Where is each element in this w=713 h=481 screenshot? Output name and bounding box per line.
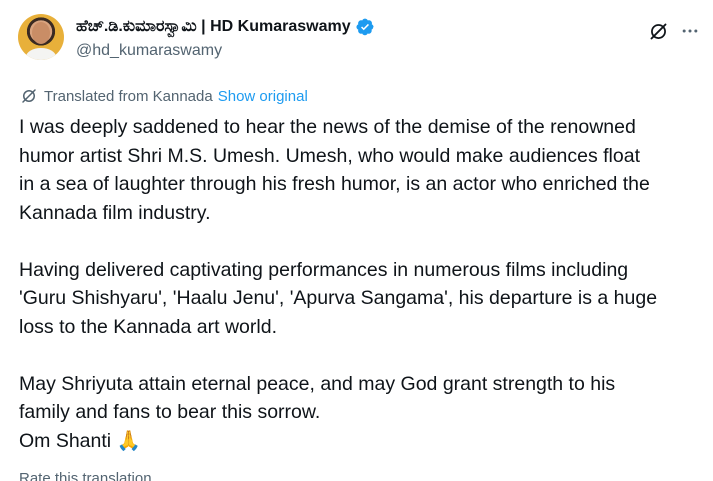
- tweet-text: I was deeply saddened to hear the news o…: [19, 113, 703, 455]
- text-line: family and fans to bear this sorrow.: [19, 401, 321, 423]
- show-original-link[interactable]: Show original: [218, 88, 308, 105]
- text-line: Om Shanti 🙏: [19, 429, 141, 452]
- tweet: ಹೆಚ್.ಡಿ.ಕುಮಾರಸ್ವಾಮಿ | HD Kumaraswamy @hd…: [0, 0, 713, 481]
- name-row: ಹೆಚ್.ಡಿ.ಕುಮಾರಸ್ವಾಮಿ | HD Kumaraswamy: [76, 14, 375, 40]
- text-line: May Shriyuta attain eternal peace, and m…: [19, 372, 616, 395]
- grok-icon[interactable]: [647, 20, 669, 42]
- text-line: Kannada film industry.: [19, 201, 211, 224]
- text-line: in a sea of laughter through his fresh h…: [19, 173, 650, 195]
- display-name[interactable]: ಹೆಚ್.ಡಿ.ಕುಮಾರಸ್ವಾಮಿ | HD Kumaraswamy: [76, 18, 351, 36]
- text-line: I was deeply saddened to hear the news o…: [19, 116, 636, 138]
- more-icon[interactable]: [679, 20, 701, 42]
- avatar-shirt: [26, 48, 56, 60]
- verified-badge-icon[interactable]: [355, 17, 375, 37]
- text-line: 'Guru Shishyaru', 'Haalu Jenu', 'Apurva …: [19, 287, 658, 309]
- author-info: ಹೆಚ್.ಡಿ.ಕುಮಾರಸ್ವಾಮಿ | HD Kumaraswamy @hd…: [76, 14, 375, 60]
- top-actions: [647, 14, 701, 48]
- paragraph-2: Having delivered captivating performance…: [19, 256, 703, 342]
- translate-icon: [20, 87, 38, 105]
- text-line: humor artist Shri M.S. Umesh. Umesh, who…: [19, 144, 641, 167]
- paragraph-1: I was deeply saddened to hear the news o…: [19, 113, 703, 227]
- rate-translation-link[interactable]: Rate this translation: [19, 470, 152, 481]
- paragraph-3: May Shriyuta attain eternal peace, and m…: [19, 370, 703, 456]
- tweet-header: ಹೆಚ್.ಡಿ.ಕುಮಾರಸ್ವಾಮಿ | HD Kumaraswamy @hd…: [18, 14, 701, 70]
- avatar-face: [32, 22, 50, 44]
- translation-notice: Translated from Kannada Show original: [20, 87, 308, 105]
- translated-label: Translated from Kannada: [44, 87, 213, 105]
- avatar[interactable]: [18, 14, 64, 60]
- text-line: Having delivered captivating performance…: [19, 258, 629, 281]
- text-line: loss to the Kannada art world.: [19, 315, 277, 338]
- handle[interactable]: @hd_kumaraswamy: [76, 42, 375, 60]
